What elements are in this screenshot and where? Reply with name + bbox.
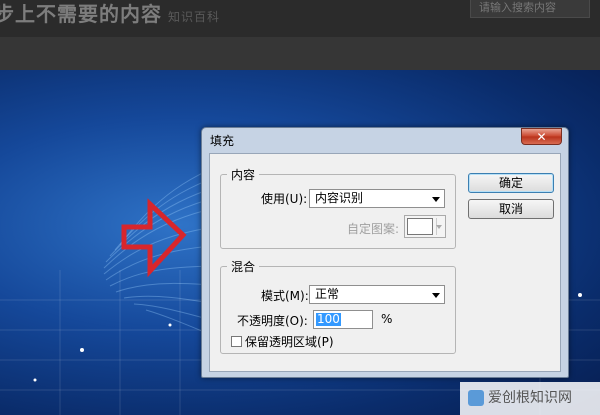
chevron-down-icon: [436, 225, 442, 229]
page-heading: 步上不需要的内容 知识百科: [0, 0, 220, 27]
page-heading-text: 步上不需要的内容: [0, 2, 162, 26]
use-select[interactable]: 内容识别: [309, 189, 445, 208]
pattern-swatch: [407, 218, 433, 235]
opacity-unit: %: [381, 312, 393, 326]
chevron-down-icon: [432, 197, 440, 202]
preserve-transparency-label: 保留透明区域(P): [245, 335, 334, 349]
red-arrow-icon: [121, 198, 187, 278]
close-button[interactable]: ✕: [521, 128, 562, 145]
content-group-legend: 内容: [227, 166, 260, 183]
search-input[interactable]: 请输入搜索内容: [470, 0, 590, 18]
top-toolbar: 步上不需要的内容 知识百科 请输入搜索内容: [0, 0, 600, 37]
dialog-body: 内容 使用(U): 内容识别 自定图案: 混合 模式(M): 正常 不透明度(O…: [209, 153, 561, 372]
chevron-down-icon: [432, 293, 440, 298]
opacity-label: 不透明度(O):: [237, 314, 308, 328]
fill-dialog: 填充 ✕ 内容 使用(U): 内容识别 自定图案: 混合 模式(M): 正常 不…: [201, 127, 569, 378]
mode-select[interactable]: 正常: [309, 285, 445, 304]
blend-group-legend: 混合: [227, 258, 260, 275]
page-heading-sub: 知识百科: [168, 10, 221, 24]
opacity-value: 100: [316, 312, 341, 326]
blend-group: 混合 模式(M): 正常 不透明度(O): 100 % 保留透明区域(P): [220, 258, 456, 354]
watermark-logo-icon: [468, 390, 484, 406]
mode-label: 模式(M):: [261, 289, 309, 303]
watermark: 爱创根知识网: [460, 382, 600, 415]
use-label: 使用(U):: [261, 192, 308, 206]
preserve-transparency-checkbox[interactable]: [231, 336, 242, 347]
ok-button[interactable]: 确定: [468, 173, 554, 193]
opacity-input[interactable]: 100: [313, 310, 373, 329]
use-select-value: 内容识别: [315, 191, 364, 205]
dialog-title: 填充: [210, 134, 235, 148]
watermark-text: 爱创根知识网: [488, 390, 572, 406]
header-band: [0, 37, 600, 70]
pattern-label: 自定图案:: [347, 222, 400, 236]
cancel-button[interactable]: 取消: [468, 199, 554, 219]
mode-select-value: 正常: [315, 287, 340, 301]
content-group: 内容 使用(U): 内容识别 自定图案:: [220, 166, 456, 249]
custom-pattern-picker[interactable]: [404, 215, 446, 238]
